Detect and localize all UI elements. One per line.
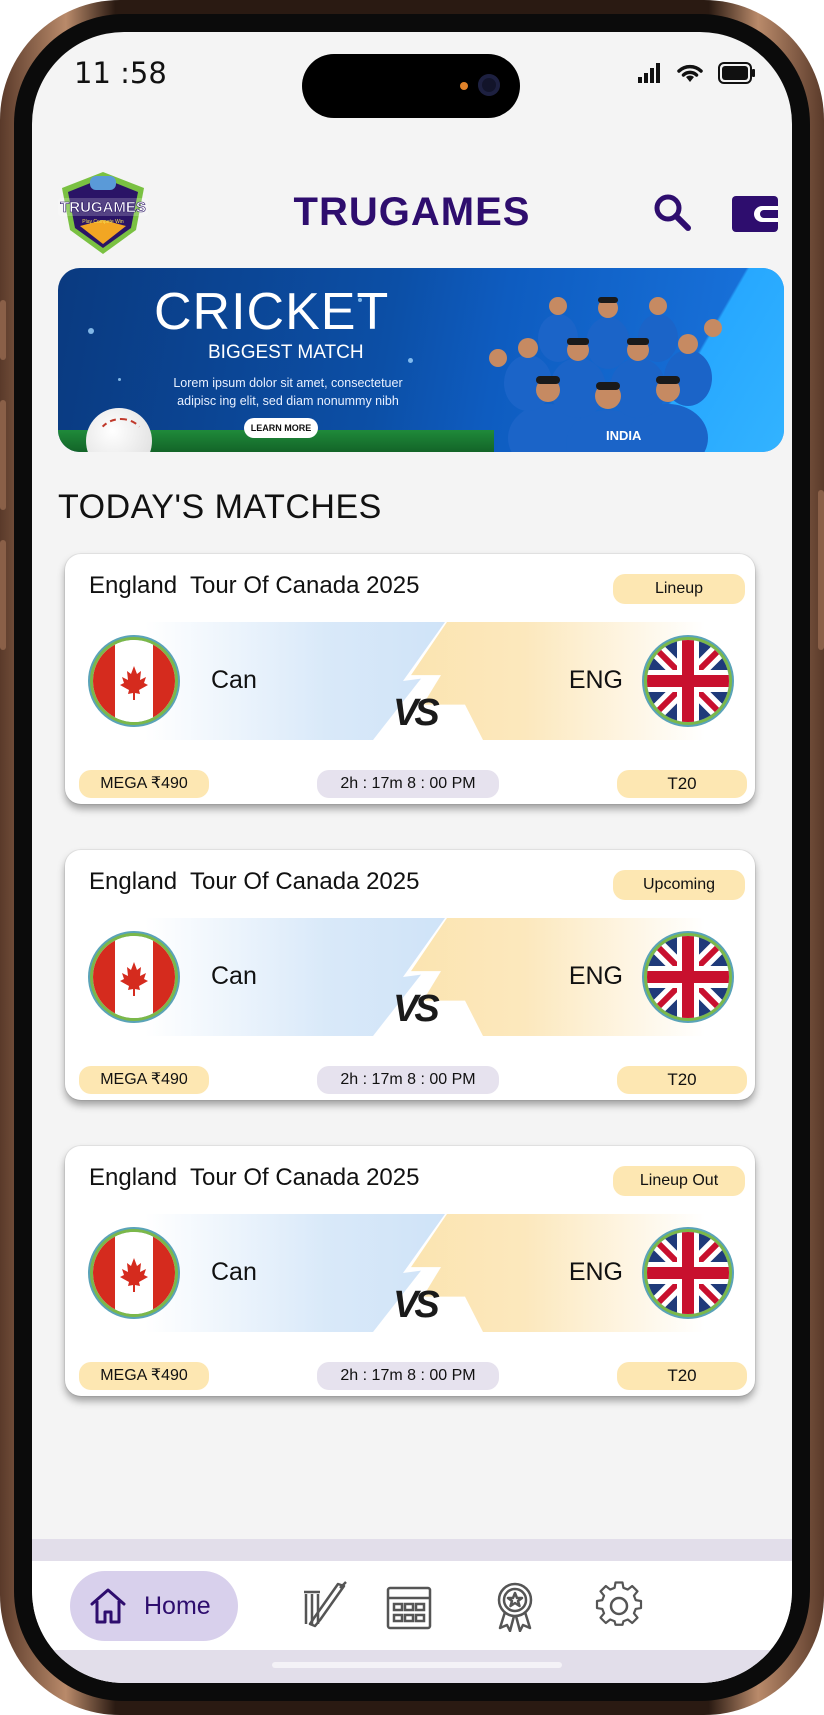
wallet-icon[interactable]	[732, 194, 778, 232]
nav-home[interactable]: Home	[70, 1571, 238, 1641]
signal-icon	[638, 63, 660, 83]
sparkle	[118, 378, 121, 381]
status-time: 11 :58	[74, 56, 167, 90]
power-button	[818, 490, 824, 650]
canada-flag-icon	[93, 640, 175, 722]
match-title: England Tour Of Canada 2025	[89, 572, 420, 599]
home-icon	[90, 1588, 126, 1624]
mute-switch	[0, 300, 6, 360]
home-indicator[interactable]	[272, 1662, 562, 1668]
battery-icon	[718, 62, 755, 84]
calendar-icon[interactable]	[384, 1580, 434, 1632]
format-badge: T20	[617, 1362, 747, 1390]
app-header: TRUGAMES Play Compete Win TRUGAMES	[32, 132, 792, 254]
match-title: England Tour Of Canada 2025	[89, 1164, 420, 1191]
cricket-ball-icon	[86, 408, 152, 452]
volume-down-button	[0, 540, 6, 650]
match-card[interactable]: England Tour Of Canada 2025 Lineup Out C…	[65, 1146, 755, 1396]
status-icons	[638, 62, 756, 84]
canada-flag-icon	[93, 936, 175, 1018]
banner-caption: INDIA	[606, 428, 642, 443]
app-screen: 11 :58 TRUGAMES Play Compete Win TRUGAME…	[32, 32, 792, 1683]
wifi-icon	[677, 64, 703, 82]
prize-badge: MEGA ₹490	[79, 1362, 209, 1390]
front-camera	[478, 74, 500, 96]
sparkle	[408, 358, 413, 363]
privacy-indicator	[460, 82, 468, 90]
format-badge: T20	[617, 1066, 747, 1094]
canada-flag-icon	[93, 1232, 175, 1314]
team-name-right: ENG	[568, 962, 623, 990]
match-title: England Tour Of Canada 2025	[89, 868, 420, 895]
match-card[interactable]: England Tour Of Canada 2025 Lineup Can V…	[65, 554, 755, 804]
match-time: 2h : 17m 8 : 00 PM	[317, 1066, 499, 1094]
match-time: 2h : 17m 8 : 00 PM	[317, 770, 499, 798]
prize-badge: MEGA ₹490	[79, 770, 209, 798]
status-badge: Lineup Out	[613, 1166, 745, 1196]
nav-home-label: Home	[144, 1591, 211, 1620]
status-badge: Upcoming	[613, 870, 745, 900]
uk-flag-icon	[647, 640, 729, 722]
team-name-right: ENG	[568, 666, 623, 694]
dynamic-island	[302, 54, 520, 118]
match-card[interactable]: England Tour Of Canada 2025 Upcoming Can…	[65, 850, 755, 1100]
team-name-left: Can	[211, 1258, 257, 1286]
match-time: 2h : 17m 8 : 00 PM	[317, 1362, 499, 1390]
promo-banner[interactable]: INDIA CRICKET BIGGEST MATCH Lorem ipsum …	[58, 268, 784, 452]
team-name-left: Can	[211, 962, 257, 990]
prize-badge: MEGA ₹490	[79, 1066, 209, 1094]
cricket-bat-icon[interactable]	[300, 1580, 350, 1632]
learn-more-button[interactable]: LEARN MORE	[244, 418, 318, 438]
team-name-left: Can	[211, 666, 257, 694]
settings-icon[interactable]	[594, 1580, 644, 1632]
volume-up-button	[0, 400, 6, 510]
status-badge: Lineup	[613, 574, 745, 604]
banner-subtitle: BIGGEST MATCH	[208, 342, 364, 363]
format-badge: T20	[617, 770, 747, 798]
vs-label: VS	[393, 1284, 440, 1326]
nav-divider	[32, 1539, 792, 1561]
uk-flag-icon	[647, 936, 729, 1018]
banner-description: Lorem ipsum dolor sit amet, consectetuer…	[173, 376, 403, 408]
uk-flag-icon	[647, 1232, 729, 1314]
vs-label: VS	[393, 988, 440, 1030]
banner-title: CRICKET	[154, 283, 390, 341]
team-name-right: ENG	[568, 1258, 623, 1286]
vs-label: VS	[393, 692, 440, 734]
award-icon[interactable]	[490, 1580, 540, 1632]
sparkle	[88, 328, 94, 334]
search-icon[interactable]	[652, 192, 692, 232]
section-title: TODAY'S MATCHES	[58, 488, 382, 526]
team-photo	[489, 297, 722, 452]
